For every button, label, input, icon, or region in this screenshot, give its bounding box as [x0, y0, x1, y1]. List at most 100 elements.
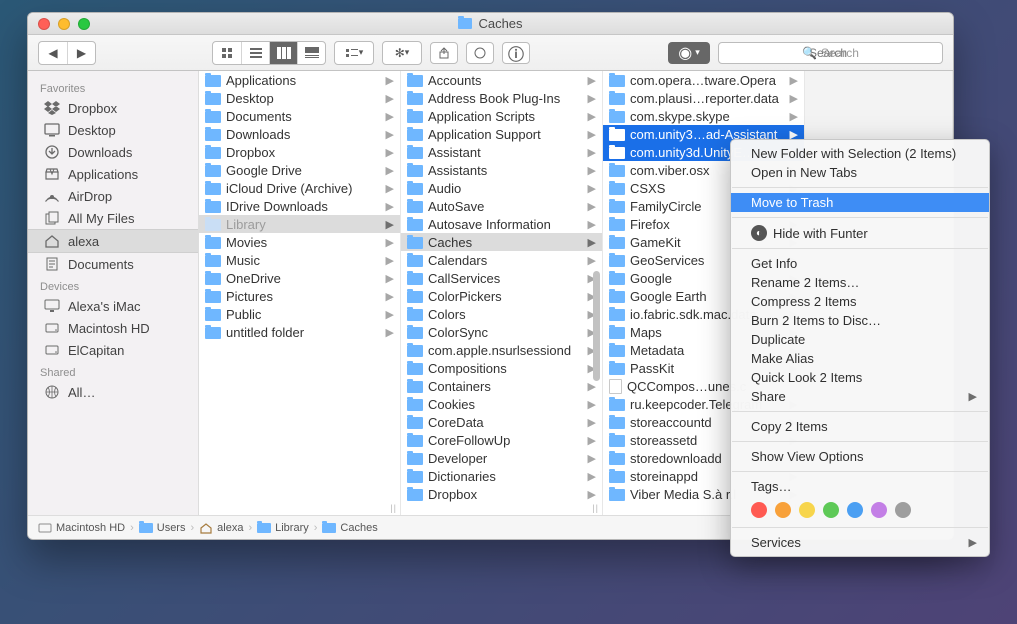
file-item[interactable]: Google Drive▶ — [199, 161, 400, 179]
file-item[interactable]: Application Scripts▶ — [401, 107, 602, 125]
file-item[interactable]: Cookies▶ — [401, 395, 602, 413]
forward-button[interactable]: ▶ — [67, 42, 95, 64]
file-item[interactable]: Autosave Information▶ — [401, 215, 602, 233]
sidebar-item-all-my-files[interactable]: All My Files — [28, 207, 198, 229]
ctx-open-in-new-tabs[interactable]: Open in New Tabs — [731, 163, 989, 182]
file-item[interactable]: Application Support▶ — [401, 125, 602, 143]
action-menu-button[interactable]: ✻ ▾ — [383, 42, 421, 64]
file-item[interactable]: Desktop▶ — [199, 89, 400, 107]
file-item[interactable]: Address Book Plug-Ins▶ — [401, 89, 602, 107]
info-button[interactable]: ⓘ — [502, 42, 530, 64]
search-field[interactable]: 🔍Search — [718, 42, 943, 64]
arrange-button[interactable]: ▾ — [335, 42, 373, 64]
file-item[interactable]: Assistants▶ — [401, 161, 602, 179]
file-item[interactable]: OneDrive▶ — [199, 269, 400, 287]
file-item[interactable]: Compositions▶ — [401, 359, 602, 377]
close-window-button[interactable] — [38, 18, 50, 30]
file-item[interactable]: Public▶ — [199, 305, 400, 323]
ctx-services[interactable]: Services▶ — [731, 533, 989, 552]
ctx-copy-2-items[interactable]: Copy 2 Items — [731, 417, 989, 436]
file-item[interactable]: untitled folder▶ — [199, 323, 400, 341]
column-resize-handle[interactable]: || — [592, 503, 599, 513]
file-item[interactable]: AutoSave▶ — [401, 197, 602, 215]
file-item[interactable]: IDrive Downloads▶ — [199, 197, 400, 215]
zoom-window-button[interactable] — [78, 18, 90, 30]
sidebar-item-elcapitan[interactable]: ElCapitan — [28, 339, 198, 361]
path-segment[interactable]: alexa — [199, 522, 243, 534]
sidebar-item-dropbox[interactable]: Dropbox — [28, 97, 198, 119]
path-segment[interactable]: Library — [257, 522, 309, 534]
tag-color[interactable] — [847, 502, 863, 518]
file-item[interactable]: Dictionaries▶ — [401, 467, 602, 485]
file-item[interactable]: Caches▶ — [401, 233, 602, 251]
scrollbar[interactable] — [593, 271, 600, 381]
file-item[interactable]: CallServices▶ — [401, 269, 602, 287]
sidebar-item-airdrop[interactable]: AirDrop — [28, 185, 198, 207]
file-item[interactable]: Containers▶ — [401, 377, 602, 395]
file-item[interactable]: Music▶ — [199, 251, 400, 269]
sidebar-item-alexa[interactable]: alexa — [28, 229, 198, 253]
minimize-window-button[interactable] — [58, 18, 70, 30]
file-item[interactable]: iCloud Drive (Archive)▶ — [199, 179, 400, 197]
share-button[interactable] — [430, 42, 458, 64]
file-item[interactable]: Pictures▶ — [199, 287, 400, 305]
column-resize-handle[interactable]: || — [390, 503, 397, 513]
search-input[interactable] — [719, 43, 942, 63]
file-item[interactable]: Dropbox▶ — [401, 485, 602, 503]
ctx-hide-with-funter[interactable]: ◐Hide with Funter — [731, 223, 989, 243]
file-item[interactable]: Colors▶ — [401, 305, 602, 323]
file-item[interactable]: Documents▶ — [199, 107, 400, 125]
path-segment[interactable]: Users — [139, 522, 186, 534]
file-item[interactable]: Applications▶ — [199, 71, 400, 89]
ctx-show-view-options[interactable]: Show View Options — [731, 447, 989, 466]
view-coverflow-button[interactable] — [297, 42, 325, 64]
path-segment[interactable]: Caches — [322, 522, 377, 534]
sidebar-item-alexa-s-imac[interactable]: Alexa's iMac — [28, 295, 198, 317]
file-item[interactable]: CoreData▶ — [401, 413, 602, 431]
view-icon-button[interactable] — [213, 42, 241, 64]
tag-color[interactable] — [799, 502, 815, 518]
file-item[interactable]: Audio▶ — [401, 179, 602, 197]
ctx-get-info[interactable]: Get Info — [731, 254, 989, 273]
back-button[interactable]: ◀ — [39, 42, 67, 64]
tag-color[interactable] — [823, 502, 839, 518]
path-segment[interactable]: Macintosh HD — [38, 522, 125, 534]
file-item[interactable]: Developer▶ — [401, 449, 602, 467]
ctx-share[interactable]: Share▶ — [731, 387, 989, 406]
file-item[interactable]: Library▶ — [199, 215, 400, 233]
ctx-tags-[interactable]: Tags… — [731, 477, 989, 496]
quicklook-button[interactable]: ◉ ▾ — [668, 42, 710, 64]
ctx-duplicate[interactable]: Duplicate — [731, 330, 989, 349]
ctx-burn-2-items-to-disc-[interactable]: Burn 2 Items to Disc… — [731, 311, 989, 330]
ctx-rename-2-items-[interactable]: Rename 2 Items… — [731, 273, 989, 292]
file-item[interactable]: CoreFollowUp▶ — [401, 431, 602, 449]
view-list-button[interactable] — [241, 42, 269, 64]
ctx-compress-2-items[interactable]: Compress 2 Items — [731, 292, 989, 311]
file-item[interactable]: com.apple.nsurlsessiond▶ — [401, 341, 602, 359]
file-item[interactable]: com.plausi…reporter.data▶ — [603, 89, 804, 107]
ctx-new-folder-with-selection-2-items-[interactable]: New Folder with Selection (2 Items) — [731, 144, 989, 163]
tags-button[interactable] — [466, 42, 494, 64]
sidebar-item-desktop[interactable]: Desktop — [28, 119, 198, 141]
file-item[interactable]: ColorPickers▶ — [401, 287, 602, 305]
file-item[interactable]: ColorSync▶ — [401, 323, 602, 341]
file-item[interactable]: Downloads▶ — [199, 125, 400, 143]
file-item[interactable]: com.skype.skype▶ — [603, 107, 804, 125]
sidebar-item-applications[interactable]: Applications — [28, 163, 198, 185]
tag-color[interactable] — [775, 502, 791, 518]
tag-color[interactable] — [871, 502, 887, 518]
sidebar-item-macintosh-hd[interactable]: Macintosh HD — [28, 317, 198, 339]
ctx-quick-look-2-items[interactable]: Quick Look 2 Items — [731, 368, 989, 387]
tag-color[interactable] — [895, 502, 911, 518]
file-item[interactable]: Assistant▶ — [401, 143, 602, 161]
file-item[interactable]: Accounts▶ — [401, 71, 602, 89]
tag-color[interactable] — [751, 502, 767, 518]
sidebar-item-documents[interactable]: Documents — [28, 253, 198, 275]
file-item[interactable]: Movies▶ — [199, 233, 400, 251]
file-item[interactable]: Calendars▶ — [401, 251, 602, 269]
view-columns-button[interactable] — [269, 42, 297, 64]
file-item[interactable]: com.opera…tware.Opera▶ — [603, 71, 804, 89]
sidebar-item-all-[interactable]: All… — [28, 381, 198, 403]
ctx-make-alias[interactable]: Make Alias — [731, 349, 989, 368]
sidebar-item-downloads[interactable]: Downloads — [28, 141, 198, 163]
